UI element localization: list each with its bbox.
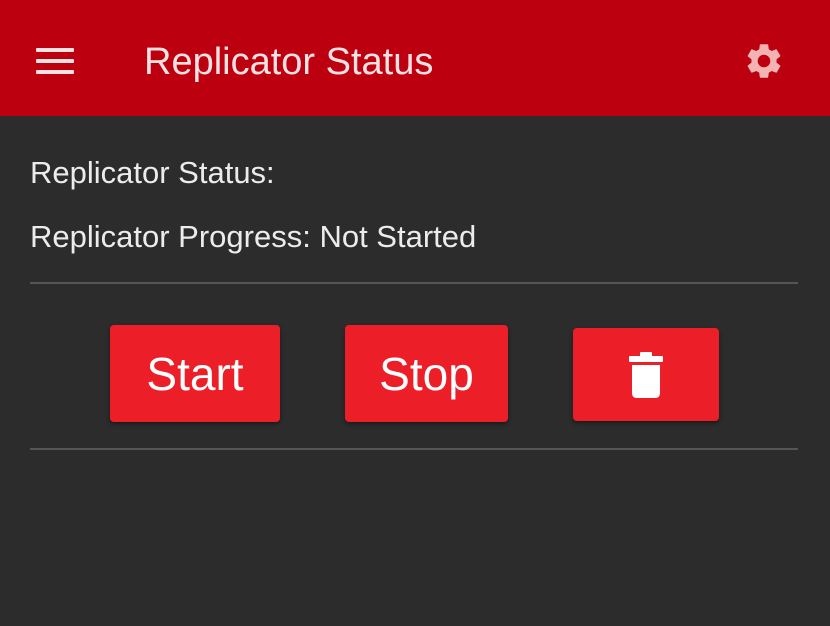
hamburger-menu-icon bbox=[36, 48, 74, 74]
stop-button-label: Stop bbox=[379, 347, 474, 400]
start-button[interactable]: Start bbox=[110, 325, 280, 422]
app-bar: Replicator Status bbox=[0, 0, 830, 116]
trash-icon bbox=[629, 351, 663, 398]
start-button-label: Start bbox=[146, 347, 244, 400]
bottom-divider bbox=[30, 448, 798, 450]
replicator-status-text: Replicator Status: bbox=[30, 155, 275, 190]
page-title: Replicator Status bbox=[144, 41, 434, 83]
replicator-progress-text: Replicator Progress: Not Started bbox=[30, 219, 477, 254]
top-divider bbox=[30, 282, 798, 284]
settings-button[interactable] bbox=[735, 32, 793, 90]
stop-button[interactable]: Stop bbox=[345, 325, 508, 422]
delete-button[interactable] bbox=[573, 328, 719, 421]
gear-icon bbox=[747, 44, 781, 78]
menu-button[interactable] bbox=[24, 30, 86, 92]
